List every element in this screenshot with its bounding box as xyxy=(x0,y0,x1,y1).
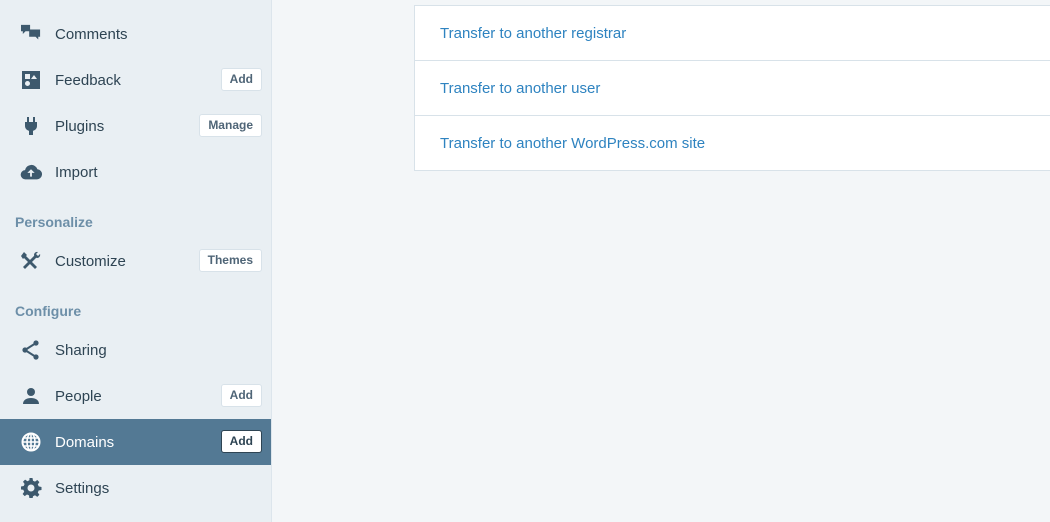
cloud-upload-icon xyxy=(20,162,42,182)
sidebar-item-label: Settings xyxy=(55,479,110,497)
share-icon xyxy=(20,340,42,360)
feedback-icon xyxy=(20,70,42,90)
themes-button[interactable]: Themes xyxy=(198,249,262,272)
sidebar-item-label: Domains xyxy=(55,433,115,451)
sidebar-item-plugins[interactable]: Plugins Manage xyxy=(0,103,271,149)
tools-icon xyxy=(20,251,42,271)
sidebar: Comments Feedback Add Plugins Manage Imp… xyxy=(0,0,272,522)
transfer-option-user[interactable]: Transfer to another user xyxy=(415,61,1050,116)
section-heading-personalize: Personalize xyxy=(15,214,93,230)
add-domain-button[interactable]: Add xyxy=(220,430,262,453)
sidebar-item-label: Plugins xyxy=(55,117,105,135)
comments-icon xyxy=(20,24,42,44)
transfer-option-site[interactable]: Transfer to another WordPress.com site xyxy=(415,116,1050,170)
person-icon xyxy=(20,386,42,406)
sidebar-item-feedback[interactable]: Feedback Add xyxy=(0,57,271,103)
sidebar-item-label: Comments xyxy=(55,25,128,43)
plug-icon xyxy=(20,116,42,136)
transfer-to-user-link[interactable]: Transfer to another user xyxy=(440,80,600,97)
manage-plugins-button[interactable]: Manage xyxy=(199,114,262,137)
sidebar-item-domains[interactable]: Domains Add xyxy=(0,419,271,465)
sidebar-item-people[interactable]: People Add xyxy=(0,373,271,419)
add-people-button[interactable]: Add xyxy=(220,384,262,407)
sidebar-item-settings[interactable]: Settings xyxy=(0,465,271,511)
transfer-option-registrar[interactable]: Transfer to another registrar xyxy=(415,6,1050,61)
transfer-to-site-link[interactable]: Transfer to another WordPress.com site xyxy=(440,135,705,152)
sidebar-item-import[interactable]: Import xyxy=(0,149,271,195)
sidebar-item-label: Import xyxy=(55,163,98,181)
transfer-options-card: Transfer to another registrar Transfer t… xyxy=(414,5,1050,171)
add-feedback-button[interactable]: Add xyxy=(220,68,262,91)
sidebar-item-label: Customize xyxy=(55,252,126,270)
transfer-to-registrar-link[interactable]: Transfer to another registrar xyxy=(440,25,626,42)
sidebar-item-sharing[interactable]: Sharing xyxy=(0,327,271,373)
globe-icon xyxy=(20,432,42,452)
gear-icon xyxy=(20,478,42,498)
section-heading-configure: Configure xyxy=(15,303,82,319)
sidebar-item-label: Sharing xyxy=(55,341,107,359)
sidebar-item-label: People xyxy=(55,387,102,405)
sidebar-item-comments[interactable]: Comments xyxy=(0,11,271,57)
sidebar-item-label: Feedback xyxy=(55,71,121,89)
sidebar-item-customize[interactable]: Customize Themes xyxy=(0,238,271,284)
